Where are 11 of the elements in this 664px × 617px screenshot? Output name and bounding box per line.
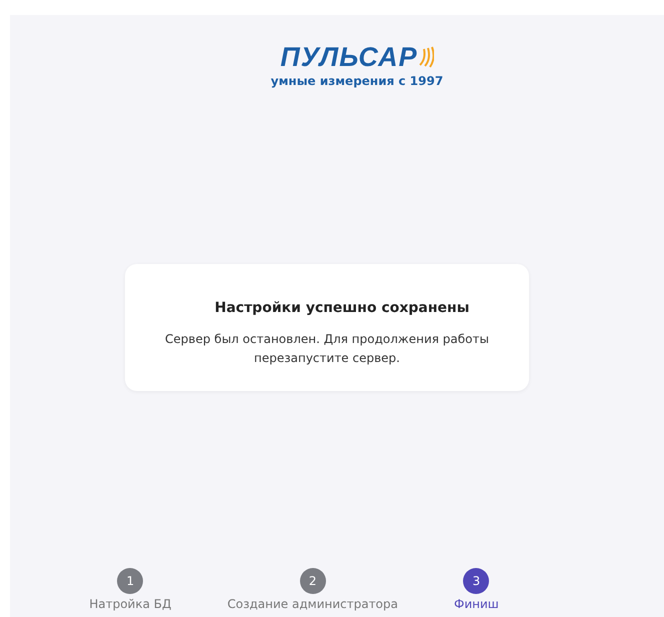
logo-tagline: умные измерения с 1997 xyxy=(270,74,444,88)
card-message: Сервер был остановлен. Для продолжения работы перезапустите сервер. xyxy=(164,331,490,367)
step-number: 2 xyxy=(300,568,326,594)
brand-logo: ПУЛЬСАР xyxy=(280,42,418,72)
step-label: Создание администратора xyxy=(227,597,398,611)
card-title: Настройки успешно сохранены xyxy=(214,300,470,316)
step-number: 1 xyxy=(117,568,144,594)
step-number: 3 xyxy=(463,568,490,594)
step-label: Финиш xyxy=(454,597,499,611)
signal-waves-icon xyxy=(418,45,434,69)
step-label: Натройка БД xyxy=(89,597,172,611)
